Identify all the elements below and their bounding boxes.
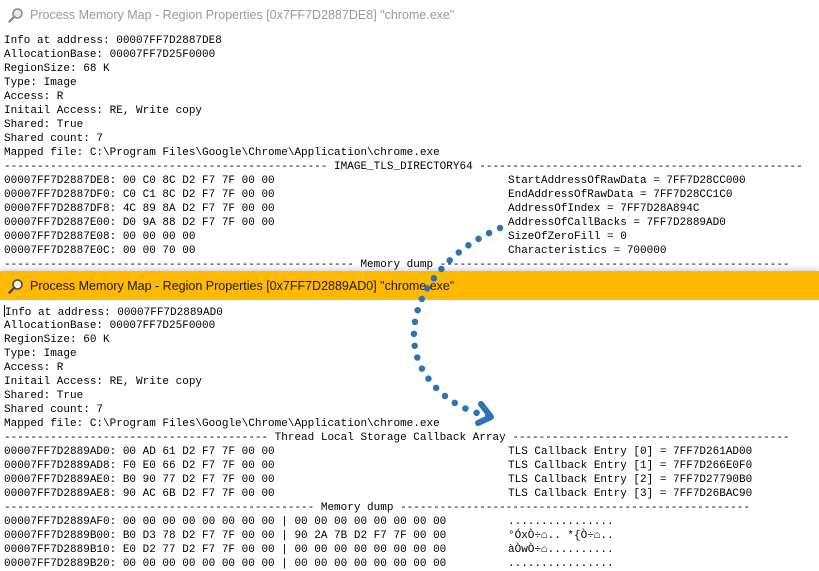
hex-bytes: 00007FF7D2887DE8: 00 C0 8C D2 F7 7F 00 0… xyxy=(4,175,275,187)
tls-callback-row: 00007FF7D2889AE8: 90 AC 6B D2 F7 7F 00 0… xyxy=(4,487,819,501)
hex-bytes: 00007FF7D2889AE8: 90 AC 6B D2 F7 7F 00 0… xyxy=(4,488,275,500)
allocation-base-line: AllocationBase: 00007FF7D25F0000 xyxy=(4,320,216,332)
field-value: StartAddressOfRawData = 7FF7D28CC000 xyxy=(508,175,746,187)
window-title: Process Memory Map - Region Properties [… xyxy=(30,278,455,293)
initial-access-line: Initail Access: RE, Write copy xyxy=(4,105,203,117)
region-properties-window-2: Process Memory Map - Region Properties [… xyxy=(0,271,819,571)
properties-text[interactable]: Info at address: 00007FF7D2887DE8 Alloca… xyxy=(0,34,819,272)
dump-row: 00007FF7D2889B10: E0 D2 77 D2 F7 7F 00 0… xyxy=(4,543,819,557)
access-line: Access: R xyxy=(4,91,64,103)
region-size-line: RegionSize: 68 K xyxy=(4,63,110,75)
tls-row: 00007FF7D2887DF0: C0 C1 8C D2 F7 7F 00 0… xyxy=(4,188,819,202)
info-address-text: Info at address: 00007FF7D2889AD0 xyxy=(5,307,223,319)
field-value: TLS Callback Entry [3] = 7FF7D26BAC90 xyxy=(508,488,753,500)
mapped-file-line: Mapped file: C:\Program Files\Google\Chr… xyxy=(4,418,440,430)
shared-line: Shared: True xyxy=(4,119,84,131)
tls-callback-row: 00007FF7D2889AE0: B0 90 77 D2 F7 7F 00 0… xyxy=(4,473,819,487)
field-value: TLS Callback Entry [2] = 7FF7D27790B0 xyxy=(508,474,753,486)
mapped-file-line: Mapped file: C:\Program Files\Google\Chr… xyxy=(4,147,440,159)
field-value: TLS Callback Entry [1] = 7FF7D266E0F0 xyxy=(508,460,753,472)
dump-ascii: ................ xyxy=(508,558,614,570)
dump-hex: 00007FF7D2889B10: E0 D2 77 D2 F7 7F 00 0… xyxy=(4,544,447,556)
dump-ascii: °ÓxÒ÷⌂.. *{Ò÷⌂.. xyxy=(508,530,614,542)
window-titlebar[interactable]: Process Memory Map - Region Properties [… xyxy=(0,0,819,29)
magnifier-icon xyxy=(8,278,23,294)
info-address-line: Info at address: 00007FF7D2889AD0 xyxy=(4,305,819,319)
section-header: ----------------------------------------… xyxy=(4,161,803,173)
field-value: SizeOfZeroFill = 0 xyxy=(508,231,627,243)
dump-ascii: àÒwÒ÷⌂.......... xyxy=(508,544,614,556)
hex-bytes: 00007FF7D2887DF8: 4C 89 8A D2 F7 7F 00 0… xyxy=(4,203,275,215)
hex-bytes: 00007FF7D2889AD0: 00 AD 61 D2 F7 7F 00 0… xyxy=(4,446,275,458)
dump-hex: 00007FF7D2889B00: B0 D3 78 D2 F7 7F 00 0… xyxy=(4,530,447,542)
region-properties-window-1: Process Memory Map - Region Properties [… xyxy=(0,0,819,273)
hex-bytes: 00007FF7D2887E00: D0 9A 88 D2 F7 7F 00 0… xyxy=(4,217,275,229)
tls-row: 00007FF7D2887E0C: 00 00 70 00 Characteris… xyxy=(4,244,819,258)
tls-row: 00007FF7D2887E08: 00 00 00 00 SizeOfZeroF… xyxy=(4,230,819,244)
hex-bytes: 00007FF7D2887E08: 00 00 00 00 xyxy=(4,231,196,243)
field-value: TLS Callback Entry [0] = 7FF7D261AD00 xyxy=(508,446,753,458)
dump-hex: 00007FF7D2889B20: 00 00 00 00 00 00 00 0… xyxy=(4,558,447,570)
region-size-line: RegionSize: 60 K xyxy=(4,334,110,346)
shared-count-line: Shared count: 7 xyxy=(4,404,104,416)
hex-bytes: 00007FF7D2889AE0: B0 90 77 D2 F7 7F 00 0… xyxy=(4,474,275,486)
dump-row: 00007FF7D2889AF0: 00 00 00 00 00 00 00 0… xyxy=(4,515,819,529)
tls-row: 00007FF7D2887DF8: 4C 89 8A D2 F7 7F 00 0… xyxy=(4,202,819,216)
hex-bytes: 00007FF7D2887E0C: 00 00 70 00 xyxy=(4,245,196,257)
initial-access-line: Initail Access: RE, Write copy xyxy=(4,376,203,388)
tls-callback-row: 00007FF7D2889AD8: F0 E0 66 D2 F7 7F 00 0… xyxy=(4,459,819,473)
shared-line: Shared: True xyxy=(4,390,84,402)
shared-count-line: Shared count: 7 xyxy=(4,133,104,145)
field-value: AddressOfIndex = 7FF7D28A894C xyxy=(508,203,700,215)
type-line: Type: Image xyxy=(4,348,77,360)
dump-ascii: ................ xyxy=(508,516,614,528)
type-line: Type: Image xyxy=(4,77,77,89)
magnifier-icon xyxy=(8,7,23,23)
window-title: Process Memory Map - Region Properties [… xyxy=(30,7,455,22)
dump-hex: 00007FF7D2889AF0: 00 00 00 00 00 00 00 0… xyxy=(4,516,447,528)
hex-bytes: 00007FF7D2887DF0: C0 C1 8C D2 F7 7F 00 0… xyxy=(4,189,275,201)
properties-text[interactable]: Info at address: 00007FF7D2889AD0 Alloca… xyxy=(0,305,819,571)
tls-row: 00007FF7D2887DE8: 00 C0 8C D2 F7 7F 00 0… xyxy=(4,174,819,188)
dump-row: 00007FF7D2889B20: 00 00 00 00 00 00 00 0… xyxy=(4,557,819,571)
field-value: EndAddressOfRawData = 7FF7D28CC1C0 xyxy=(508,189,733,201)
hex-bytes: 00007FF7D2889AD8: F0 E0 66 D2 F7 7F 00 0… xyxy=(4,460,275,472)
field-value: Characteristics = 700000 xyxy=(508,245,667,257)
tls-callback-row: 00007FF7D2889AD0: 00 AD 61 D2 F7 7F 00 0… xyxy=(4,445,819,459)
memory-dump-header: ----------------------------------------… xyxy=(4,502,750,514)
dump-row: 00007FF7D2889B00: B0 D3 78 D2 F7 7F 00 0… xyxy=(4,529,819,543)
window-titlebar[interactable]: Process Memory Map - Region Properties [… xyxy=(0,271,819,300)
allocation-base-line: AllocationBase: 00007FF7D25F0000 xyxy=(4,49,216,61)
tls-row: 00007FF7D2887E00: D0 9A 88 D2 F7 7F 00 0… xyxy=(4,216,819,230)
section-header: ----------------------------------------… xyxy=(4,432,790,444)
access-line: Access: R xyxy=(4,362,64,374)
field-value: AddressOfCallBacks = 7FF7D2889AD0 xyxy=(508,217,726,229)
memory-dump-header: ----------------------------------------… xyxy=(4,259,790,271)
info-address-line: Info at address: 00007FF7D2887DE8 xyxy=(4,35,222,47)
